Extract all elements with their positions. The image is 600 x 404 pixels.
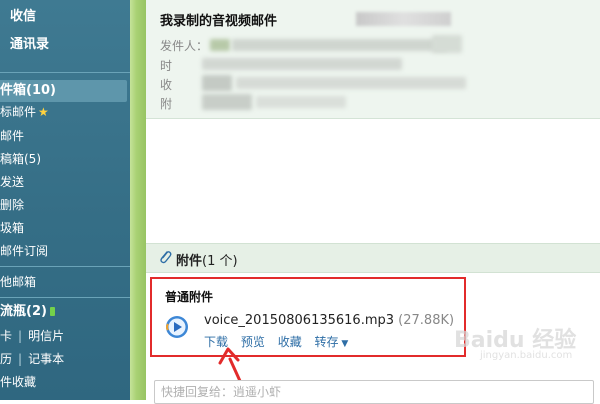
- save-to-label: 转存: [314, 335, 339, 349]
- mail-content: 我录制的音视频邮件 发件人： 时 收 附 附件(1 个) 普通附件 voice_…: [146, 0, 600, 404]
- blurred-time: [202, 58, 402, 70]
- sidebar-item-other-mailbox[interactable]: 他邮箱: [0, 272, 36, 292]
- separator: |: [18, 352, 23, 366]
- sidebar-item-label: 删除: [0, 198, 25, 212]
- normal-attachment-title: 普通附件: [165, 290, 214, 304]
- sidebar-item-label: 邮件: [0, 129, 25, 143]
- sidebar-item-spam[interactable]: 圾箱: [0, 218, 24, 238]
- media-player-icon: [166, 316, 188, 338]
- attachment-heading: 附件(1 个): [176, 250, 238, 269]
- sidebar-item-deleted[interactable]: 删除: [0, 195, 24, 215]
- attachment-file: voice_20150806135616.mp3 (27.88K): [204, 313, 454, 328]
- sidebar-item-label: 邮件订阅: [0, 244, 49, 258]
- sidebar-item-label: 他邮箱: [0, 275, 37, 289]
- blurred-attach-info: [256, 96, 346, 108]
- pointer-arrow-icon: [218, 347, 242, 383]
- watermark-logo: Baidu 经验 jingyan.baidu.com: [454, 322, 594, 374]
- attach-info-label: 附: [160, 97, 173, 111]
- sidebar-item-file-favorites[interactable]: 件收藏: [0, 372, 36, 392]
- sidebar-item-label: 发送: [0, 175, 25, 189]
- battery-icon: [49, 307, 55, 316]
- sidebar-item-sent[interactable]: 发送: [0, 172, 24, 192]
- sidebar: 收信 通讯录 件箱(10) 标邮件 ★ 邮件 稿箱(5) 发送 删除 圾箱 邮件订…: [0, 0, 130, 400]
- contacts-button[interactable]: 通讯录: [0, 32, 128, 58]
- quick-reply-input[interactable]: 快捷回复给：逍遥小虾: [154, 380, 594, 404]
- sidebar-item-calendar[interactable]: 历: [0, 352, 12, 366]
- star-icon: ★: [38, 105, 49, 119]
- paperclip-icon: [160, 251, 172, 264]
- sidebar-divider: [0, 297, 130, 298]
- sidebar-item-drift-bottle[interactable]: 流瓶(2): [0, 302, 55, 322]
- blurred-subject-suffix: [356, 12, 451, 26]
- file-size: (27.88K): [398, 313, 455, 328]
- attachment-bar: 附件(1 个): [146, 243, 600, 273]
- blurred-attach-info: [202, 94, 252, 110]
- sidebar-item-subscriptions[interactable]: 邮件订阅: [0, 241, 48, 261]
- sidebar-item-label: 件收藏: [0, 375, 37, 389]
- sender-label: 发件人：: [160, 39, 209, 53]
- highlight-box: 普通附件 voice_20150806135616.mp3 (27.88K) 下…: [150, 277, 466, 357]
- recipient-label: 收: [160, 78, 173, 92]
- blurred-sender-address: [232, 39, 447, 51]
- sidebar-item-calendar-row: 历 | 记事本: [0, 349, 64, 369]
- watermark-text: Baidu 经验: [454, 328, 577, 353]
- sidebar-item-label: 稿箱(5): [0, 152, 41, 166]
- sidebar-item-drafts[interactable]: 稿箱(5): [0, 149, 41, 169]
- sidebar-item-label: 圾箱: [0, 221, 25, 235]
- sidebar-item-group-mail[interactable]: 邮件: [0, 126, 24, 146]
- attachment-title: 附件: [176, 254, 203, 269]
- blurred-recipient: [236, 77, 466, 89]
- blurred-sender-avatar: [210, 39, 230, 51]
- sidebar-edge-strip: [130, 0, 146, 400]
- mail-header: 我录制的音视频邮件 发件人： 时 收 附: [146, 0, 600, 119]
- time-label: 时: [160, 59, 173, 73]
- save-to-dropdown[interactable]: 转存 ▼: [315, 335, 349, 349]
- sidebar-item-inbox[interactable]: 件箱(10): [0, 81, 56, 101]
- attachment-count: (1 个): [202, 254, 238, 269]
- mail-subject: 我录制的音视频邮件: [160, 14, 278, 29]
- sidebar-item-label: 件箱(10): [0, 83, 56, 98]
- separator: |: [18, 329, 23, 343]
- watermark-subtext: jingyan.baidu.com: [480, 350, 573, 361]
- sidebar-item-greeting-card[interactable]: 卡: [0, 329, 12, 343]
- sidebar-item-label: 标邮件: [0, 105, 37, 119]
- sidebar-item-label: 流瓶(2): [0, 304, 47, 319]
- caret-down-icon: ▼: [338, 339, 349, 349]
- sidebar-divider: [0, 266, 130, 267]
- receive-mail-button[interactable]: 收信: [0, 4, 128, 30]
- sidebar-divider: [0, 72, 130, 73]
- file-name: voice_20150806135616.mp3: [204, 313, 395, 328]
- blurred-sender-extra: [432, 35, 462, 53]
- favorite-link[interactable]: 收藏: [278, 335, 302, 349]
- blurred-recipient-avatar: [202, 75, 232, 91]
- sidebar-item-starred[interactable]: 标邮件 ★: [0, 102, 49, 122]
- sidebar-item-postcard[interactable]: 明信片: [28, 329, 64, 343]
- sidebar-item-cards-row: 卡 | 明信片: [0, 326, 64, 346]
- sidebar-item-notepad[interactable]: 记事本: [28, 352, 64, 366]
